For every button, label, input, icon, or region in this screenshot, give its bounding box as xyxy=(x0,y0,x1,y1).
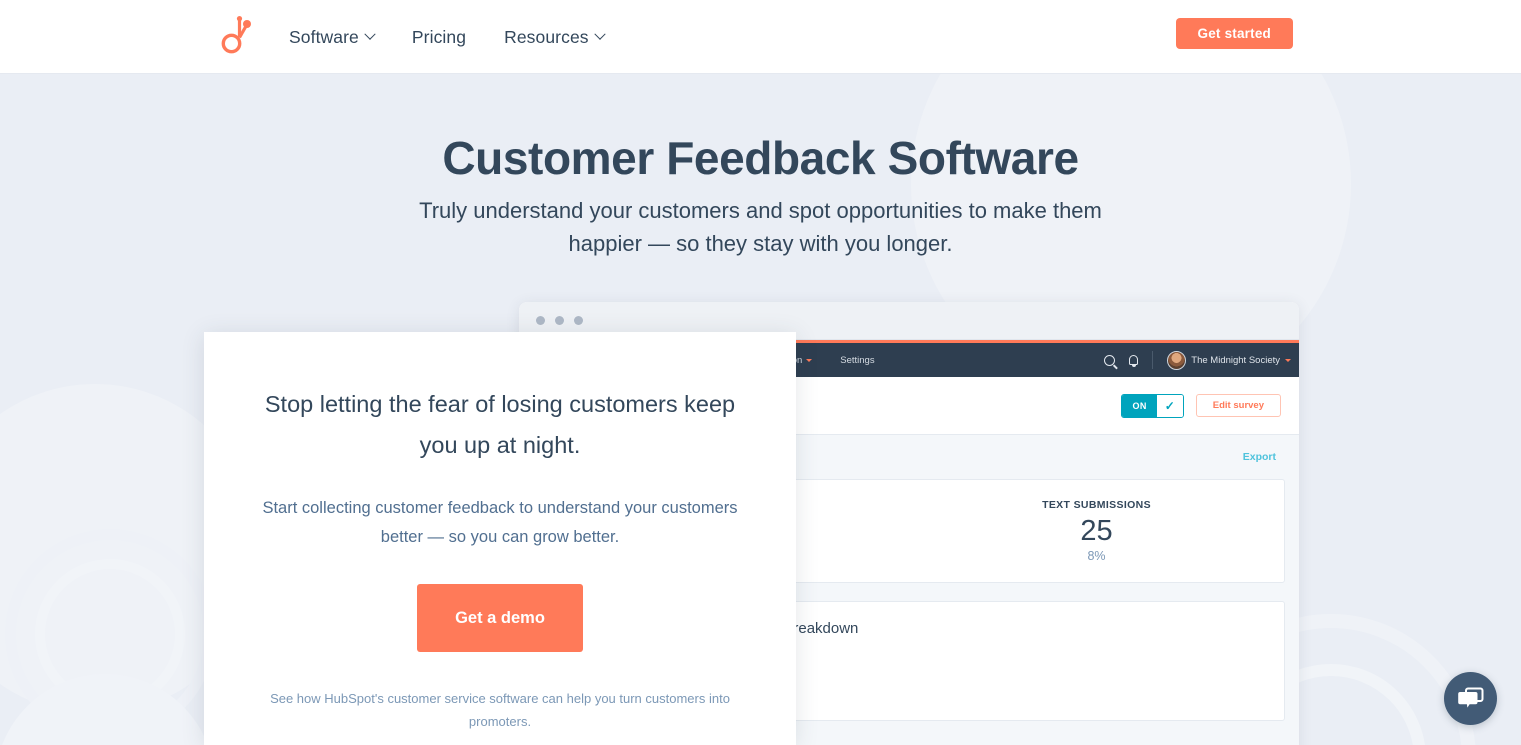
get-a-demo-button[interactable]: Get a demo xyxy=(417,584,583,652)
chevron-down-icon xyxy=(593,28,606,40)
promo-title: Stop letting the fear of losing customer… xyxy=(264,391,736,458)
site-header: Software Pricing Resources Get started xyxy=(0,0,1521,74)
app-navbar-right: The Midnight Society xyxy=(1104,350,1291,370)
window-dot-maximize-icon xyxy=(574,316,583,325)
get-started-button[interactable]: Get started xyxy=(1175,18,1293,49)
hero-section: Customer Feedback Software Truly underst… xyxy=(0,74,1521,745)
app-nav-label: Settings xyxy=(840,354,875,366)
promo-card: Stop letting the fear of losing customer… xyxy=(204,332,796,745)
search-icon[interactable] xyxy=(1104,354,1116,366)
survey-status-toggle[interactable]: ON ✓ xyxy=(1121,393,1184,418)
promo-subtitle: Start collecting customer feedback to un… xyxy=(262,499,738,546)
nav-item-pricing[interactable]: Pricing xyxy=(412,27,466,48)
account-name-label: The Midnight Society xyxy=(1191,354,1280,366)
main-navigation: Software Pricing Resources xyxy=(289,0,606,74)
nav-label: Pricing xyxy=(411,26,467,47)
chat-widget-button[interactable] xyxy=(1444,672,1497,725)
window-dot-close-icon xyxy=(536,316,545,325)
page-root: Customer Feedback Software Truly underst… xyxy=(0,0,1521,745)
export-link[interactable]: Export xyxy=(1243,451,1276,463)
chat-bubbles-icon xyxy=(1458,687,1484,708)
lower-card-title: NPS breakdown xyxy=(750,620,859,637)
page-title: Customer Feedback Software xyxy=(442,132,1079,184)
stat-percent: 8% xyxy=(1087,549,1106,563)
lower-card-nps-breakdown: NPS breakdown xyxy=(729,601,1285,721)
bell-icon[interactable] xyxy=(1129,355,1139,367)
nav-item-software[interactable]: Software xyxy=(289,26,376,48)
chevron-down-icon xyxy=(806,358,813,362)
toggle-on-label: ON xyxy=(1122,394,1157,417)
chevron-down-icon xyxy=(1285,358,1291,362)
stat-value: 25 xyxy=(1080,515,1113,547)
nav-label: Software xyxy=(289,26,359,47)
promo-footnote: See how HubSpot's customer service softw… xyxy=(270,691,730,729)
divider xyxy=(1152,351,1154,369)
app-nav-item-settings[interactable]: Settings xyxy=(826,343,888,377)
window-dot-minimize-icon xyxy=(555,316,564,325)
checkmark-icon: ✓ xyxy=(1156,394,1183,417)
stat-text-submissions: TEXT SUBMISSIONS 25 8% xyxy=(909,499,1284,563)
stat-label: TEXT SUBMISSIONS xyxy=(1042,499,1151,511)
decorative-ring-left-outer xyxy=(5,529,215,739)
avatar xyxy=(1167,350,1187,370)
hubspot-sprocket-logo-icon[interactable] xyxy=(220,16,254,56)
decorative-circle-left-bottom xyxy=(0,674,215,745)
nav-label: Resources xyxy=(504,26,589,47)
chevron-down-icon xyxy=(364,28,376,40)
hero-subtitle: Truly understand your customers and spot… xyxy=(419,198,1102,256)
decorative-ring-left-inner xyxy=(35,559,185,709)
edit-survey-button[interactable]: Edit survey xyxy=(1195,394,1281,417)
account-menu[interactable]: The Midnight Society xyxy=(1167,350,1291,370)
nav-item-resources[interactable]: Resources xyxy=(504,26,606,48)
